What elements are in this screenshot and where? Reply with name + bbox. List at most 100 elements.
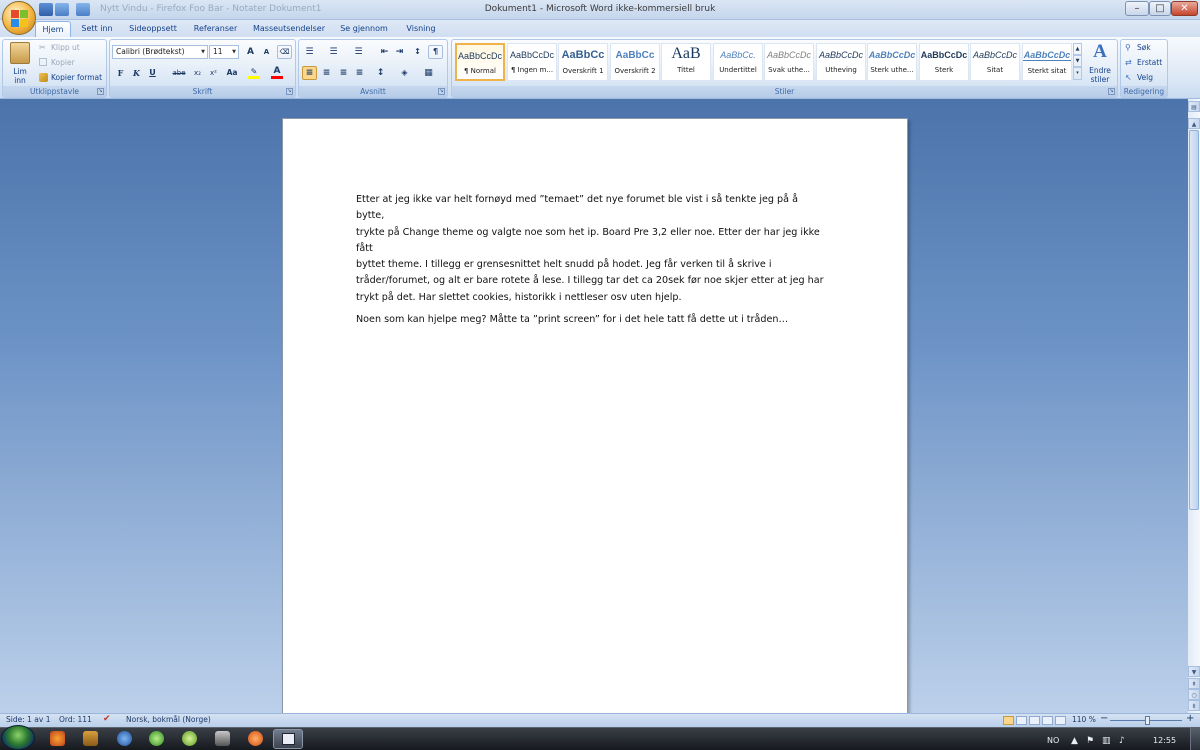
network-tray-icon[interactable]: ▥ [1102,736,1111,746]
volume-icon[interactable]: ♪ [1119,736,1125,746]
replace-button[interactable]: Erstatt [1137,58,1162,67]
minimize-button[interactable]: – [1125,1,1149,16]
styles-scroll-up-icon[interactable]: ▲ [1073,43,1082,55]
sort-icon[interactable]: ↕ [410,45,425,59]
document-paragraph-1[interactable]: Etter at jeg ikke var helt fornøyd med ”… [356,192,826,306]
highlight-icon[interactable]: ✎ [248,67,260,79]
scroll-down-icon[interactable]: ▼ [1188,666,1200,677]
align-right-icon[interactable]: ≡ [336,66,351,80]
close-button[interactable]: ✕ [1171,1,1198,16]
utorrent-icon[interactable] [149,731,164,746]
italic-button[interactable]: K [129,66,144,80]
style-heading-1[interactable]: AaBbCc Overskrift 1 [558,43,608,81]
paste-icon[interactable] [10,42,30,64]
justify-icon[interactable]: ≡ [352,66,367,80]
style-intense-quote[interactable]: AaBbCcDc Sterkt sitat [1022,43,1072,81]
zoom-level[interactable]: 110 % [1072,715,1096,724]
bold-button[interactable]: F [113,66,128,80]
firefox-icon[interactable] [50,731,65,746]
winamp-icon[interactable] [83,731,98,746]
dialog-launcher-icon[interactable]: ↘ [1108,88,1115,95]
scroll-up-icon[interactable]: ▲ [1188,118,1200,129]
show-desktop-button[interactable] [1190,727,1200,750]
style-heading-2[interactable]: AaBbCc Overskrift 2 [610,43,660,81]
zoom-out-button[interactable]: − [1100,713,1108,724]
tab-review[interactable]: Se gjennom [336,21,392,37]
tab-references[interactable]: Referanser [189,21,242,37]
steam-icon[interactable] [215,731,230,746]
maximize-button[interactable]: □ [1149,1,1171,16]
tab-insert[interactable]: Sett inn [76,21,118,37]
font-size-select[interactable]: 11 ▼ [209,45,239,59]
multilevel-list-icon[interactable]: ☰ [351,45,366,59]
find-button[interactable]: Søk [1137,43,1151,52]
outline-view-icon[interactable] [1042,716,1053,725]
show-marks-button[interactable]: ¶ [428,45,443,59]
start-orb-icon[interactable] [1,725,35,750]
style-quote[interactable]: AaBbCcDc Sitat [970,43,1020,81]
web-layout-icon[interactable] [1029,716,1040,725]
style-title[interactable]: AaB Tittel [661,43,711,81]
style-emphasis[interactable]: AaBbCcDc Utheving [816,43,866,81]
paste-button[interactable]: Lim inn [8,67,32,85]
style-normal[interactable]: AaBbCcDc ¶ Normal [455,43,505,81]
word-taskbar-button[interactable] [273,729,303,749]
action-center-flag-icon[interactable]: ⚑ [1086,736,1094,746]
zoom-in-button[interactable]: + [1186,713,1194,724]
proofing-icon[interactable]: ✔ [103,714,111,724]
tab-page-layout[interactable]: Sideoppsett [124,21,182,37]
print-layout-icon[interactable] [1003,716,1014,725]
change-styles-button[interactable]: Endre stiler [1085,66,1115,84]
font-color-icon[interactable]: A [271,66,283,79]
document-paragraph-2[interactable]: Noen som kan hjelpe meg? Måtte ta ”print… [356,312,826,328]
clear-formatting-icon[interactable]: ⌫ [277,45,292,59]
select-button[interactable]: Velg [1137,73,1153,82]
input-language[interactable]: NO [1047,736,1059,745]
change-case-button[interactable]: Aa [223,66,241,80]
line-spacing-icon[interactable]: ↕ [373,66,388,80]
spotify-icon[interactable] [182,731,197,746]
numbering-icon[interactable]: ☰ [326,45,341,59]
style-no-spacing[interactable]: AaBbCcDc ¶ Ingen m... [507,43,557,81]
next-page-icon[interactable]: ⇟ [1188,700,1200,711]
cut-button[interactable]: Klipp ut [51,43,80,52]
dialog-launcher-icon[interactable]: ↘ [438,88,445,95]
styles-more-icon[interactable]: ▾ [1073,67,1082,80]
tab-view[interactable]: Visning [400,21,442,37]
strikethrough-button[interactable]: abe [169,66,189,80]
full-screen-reading-icon[interactable] [1016,716,1027,725]
language-status[interactable]: Norsk, bokmål (Norge) [126,715,211,724]
page-count[interactable]: Side: 1 av 1 [6,715,50,724]
shrink-font-button[interactable]: A [259,45,274,59]
bullets-icon[interactable]: ☰ [302,45,317,59]
styles-scroll-down-icon[interactable]: ▼ [1073,55,1082,67]
borders-icon[interactable]: ▦ [421,66,436,80]
office-button[interactable] [2,1,36,35]
show-hidden-icons-icon[interactable]: ▲ [1071,736,1078,746]
style-strong[interactable]: AaBbCcDc Sterk [919,43,969,81]
align-center-icon[interactable]: ≡ [319,66,334,80]
increase-indent-icon[interactable]: ⇥ [392,45,407,59]
align-left-icon[interactable]: ≡ [302,66,317,80]
network-icon[interactable] [117,731,132,746]
copy-button[interactable]: Kopier [51,58,75,67]
clock[interactable]: 12:55 [1153,736,1176,745]
previous-page-icon[interactable]: ⇞ [1188,678,1200,689]
dialog-launcher-icon[interactable]: ↘ [97,88,104,95]
shading-icon[interactable]: ◈ [397,66,412,80]
ruler-toggle-icon[interactable]: ▤ [1188,101,1200,112]
superscript-button[interactable]: x² [206,66,221,80]
subscript-button[interactable]: x₂ [190,66,205,80]
scrollbar-thumb[interactable] [1189,130,1199,510]
zoom-slider-thumb[interactable] [1145,716,1150,725]
underline-button[interactable]: U [145,66,160,80]
tab-home[interactable]: Hjem [35,21,71,37]
browse-object-icon[interactable]: ○ [1188,689,1200,700]
draft-view-icon[interactable] [1055,716,1066,725]
font-family-select[interactable]: Calibri (Brødtekst) ▼ [112,45,208,59]
style-intense-emphasis[interactable]: AaBbCcDc Sterk uthe... [867,43,917,81]
format-painter-button[interactable]: Kopier format [51,73,102,82]
decrease-indent-icon[interactable]: ⇤ [377,45,392,59]
style-subtitle[interactable]: AaBbCc. Undertittel [713,43,763,81]
change-styles-icon[interactable]: A [1090,42,1110,62]
